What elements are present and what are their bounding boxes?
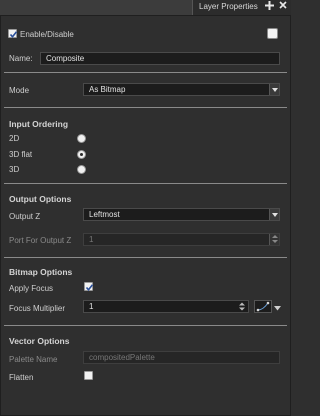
output-options-heading: Output Options — [9, 194, 72, 204]
stepper-icon[interactable] — [269, 234, 279, 245]
mode-label: Mode — [9, 86, 30, 95]
input-ordering-heading: Input Ordering — [9, 119, 69, 129]
enable-label: Enable/Disable — [20, 30, 74, 39]
output-z-value: Leftmost — [89, 210, 120, 219]
divider — [4, 257, 287, 258]
close-icon[interactable] — [279, 1, 287, 13]
port-for-output-z-field[interactable]: 1 — [83, 233, 280, 246]
radio-label-3d: 3D — [9, 165, 20, 174]
name-field[interactable]: Composite — [40, 52, 280, 65]
radio-3d-flat[interactable] — [77, 150, 86, 159]
focus-multiplier-value: 1 — [89, 302, 94, 311]
divider — [4, 72, 287, 73]
divider — [4, 107, 287, 108]
port-for-output-z-value: 1 — [89, 235, 94, 244]
layer-color-swatch[interactable] — [267, 28, 278, 39]
mode-dropdown[interactable]: As Bitmap — [83, 83, 280, 96]
pin-icon[interactable] — [265, 1, 274, 14]
enable-checkbox[interactable] — [8, 29, 18, 39]
radio-3d[interactable] — [77, 165, 86, 174]
name-label: Name: — [9, 54, 33, 63]
focus-multiplier-field[interactable]: 1 — [83, 300, 249, 313]
radio-label-3d-flat: 3D flat — [9, 150, 33, 159]
mode-value: As Bitmap — [89, 85, 126, 94]
tab-title: Layer Properties — [199, 2, 258, 11]
radio-2d[interactable] — [77, 134, 86, 143]
divider — [4, 183, 287, 184]
flatten-label: Flatten — [9, 373, 34, 382]
output-z-dropdown[interactable]: Leftmost — [83, 208, 280, 221]
focus-multiplier-label: Focus Multiplier — [9, 304, 66, 313]
tab-layer-properties[interactable]: Layer Properties — [192, 0, 291, 15]
chevron-down-icon[interactable] — [269, 84, 279, 95]
chevron-down-icon[interactable] — [274, 304, 281, 313]
port-for-output-z-label: Port For Output Z — [9, 236, 72, 245]
apply-focus-label: Apply Focus — [9, 284, 54, 293]
bitmap-options-heading: Bitmap Options — [9, 267, 73, 277]
chevron-down-icon[interactable] — [269, 209, 279, 220]
divider — [4, 325, 287, 326]
vector-options-heading: Vector Options — [9, 336, 70, 346]
flatten-checkbox[interactable] — [84, 371, 93, 380]
layer-properties-panel: Enable/Disable Name: Composite Mode As B… — [0, 15, 291, 416]
output-z-label: Output Z — [9, 212, 41, 221]
function-curve-icon[interactable] — [254, 300, 272, 313]
palette-name-field[interactable]: compositedPalette — [83, 351, 280, 364]
panel-title-bar: Layer Properties — [0, 0, 291, 15]
radio-label-2d: 2D — [9, 134, 20, 143]
palette-name-label: Palette Name — [9, 355, 58, 364]
apply-focus-checkbox[interactable] — [84, 282, 94, 292]
stepper-icon[interactable] — [239, 302, 245, 311]
